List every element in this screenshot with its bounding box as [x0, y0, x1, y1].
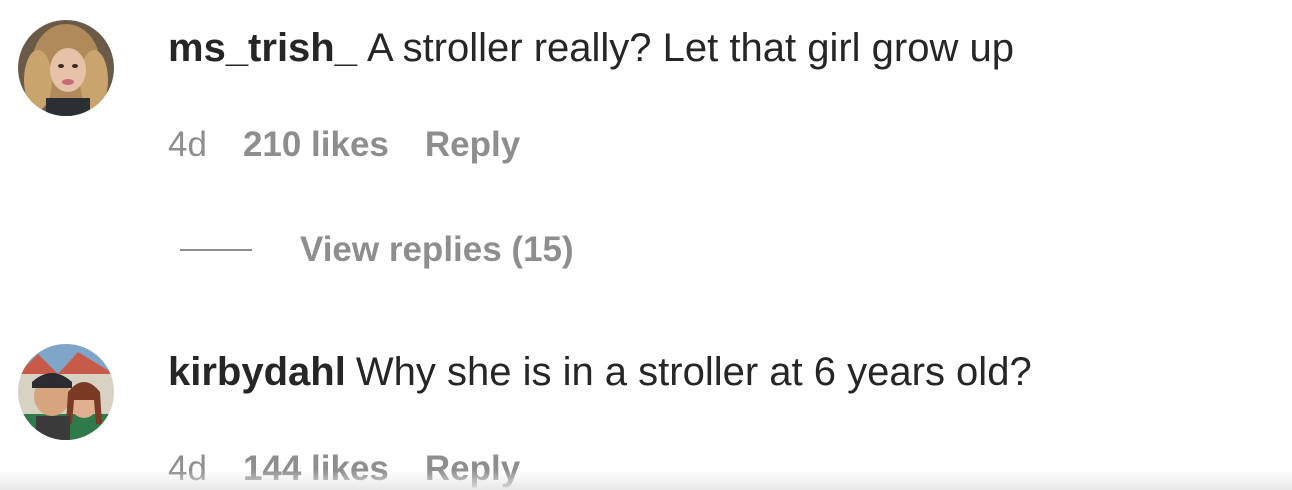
comment-meta: 4d 210 likes Reply: [168, 125, 520, 165]
comment-body: ms_trish_ A stroller really? Let that gir…: [168, 24, 1014, 72]
reply-button[interactable]: Reply: [425, 449, 520, 489]
avatar-image: [18, 20, 114, 116]
view-replies-button[interactable]: View replies (15): [180, 228, 574, 272]
comment-body: kirbydahl Why she is in a stroller at 6 y…: [168, 348, 1032, 396]
avatar[interactable]: [18, 344, 114, 440]
comment-text: A stroller really? Let that girl grow up: [366, 26, 1014, 70]
comment-likes[interactable]: 144 likes: [243, 449, 389, 489]
comment-meta: 4d 144 likes Reply: [168, 449, 520, 489]
comment-time: 4d: [168, 449, 207, 488]
avatar[interactable]: [18, 20, 114, 116]
comment-username[interactable]: ms_trish_: [168, 26, 357, 70]
comment-username[interactable]: kirbydahl: [168, 350, 346, 394]
comment-text: Why she is in a stroller at 6 years old?: [355, 350, 1032, 394]
view-replies-label: View replies (15): [300, 230, 574, 269]
reply-button[interactable]: Reply: [425, 125, 520, 165]
comment-time: 4d: [168, 125, 207, 164]
comment-likes[interactable]: 210 likes: [243, 125, 389, 165]
view-replies-line: [180, 249, 252, 251]
avatar-image: [18, 344, 114, 440]
